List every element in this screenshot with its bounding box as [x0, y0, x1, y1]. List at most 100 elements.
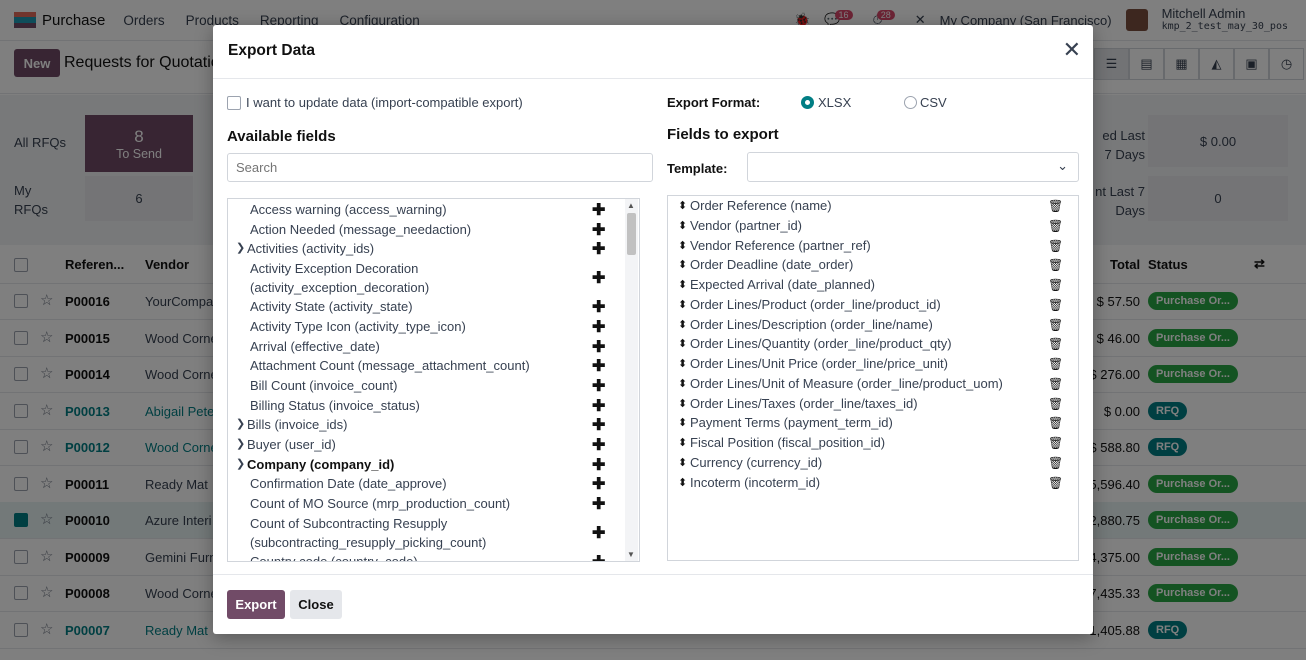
add-field-icon[interactable]: ✚ [592, 268, 605, 288]
trash-icon[interactable]: 🗑 [1048, 456, 1063, 470]
trash-icon[interactable]: 🗑 [1048, 377, 1063, 391]
add-field-icon[interactable]: ✚ [592, 474, 605, 494]
drag-handle-icon[interactable]: ⬍ [678, 397, 687, 410]
chevron-right-icon[interactable]: ❯ [236, 437, 245, 450]
export-field-item[interactable]: ⬍ Vendor (partner_id) 🗑 [668, 217, 1078, 237]
drag-handle-icon[interactable]: ⬍ [678, 239, 687, 252]
format-csv-radio[interactable] [904, 96, 917, 109]
export-field-item[interactable]: ⬍ Order Lines/Product (order_line/product… [668, 296, 1078, 316]
trash-icon[interactable]: 🗑 [1048, 199, 1063, 213]
close-icon[interactable]: ✕ [1063, 39, 1081, 61]
add-field-icon[interactable]: ✚ [592, 200, 605, 220]
export-field-item[interactable]: ⬍ Expected Arrival (date_planned) 🗑 [668, 276, 1078, 296]
export-field-item[interactable]: ⬍ Order Lines/Unit Price (order_line/pric… [668, 355, 1078, 375]
trash-icon[interactable]: 🗑 [1048, 318, 1063, 332]
add-field-icon[interactable]: ✚ [592, 317, 605, 337]
chevron-right-icon[interactable]: ❯ [236, 241, 245, 254]
scroll-thumb[interactable] [627, 213, 636, 255]
available-field-item[interactable]: Action Needed (message_needaction) ✚ [228, 220, 623, 240]
trash-icon[interactable]: 🗑 [1048, 258, 1063, 272]
drag-handle-icon[interactable]: ⬍ [678, 377, 687, 390]
available-field-item[interactable]: Arrival (effective_date) ✚ [228, 337, 623, 357]
trash-icon[interactable]: 🗑 [1048, 397, 1063, 411]
add-field-icon[interactable]: ✚ [592, 239, 605, 259]
scroll-up-icon[interactable]: ▲ [627, 201, 635, 210]
available-field-item[interactable]: Billing Status (invoice_status) ✚ [228, 396, 623, 416]
trash-icon[interactable]: 🗑 [1048, 436, 1063, 450]
export-field-item[interactable]: ⬍ Payment Terms (payment_term_id) 🗑 [668, 414, 1078, 434]
drag-handle-icon[interactable]: ⬍ [678, 219, 687, 232]
drag-handle-icon[interactable]: ⬍ [678, 278, 687, 291]
search-input[interactable] [227, 153, 653, 182]
export-field-item[interactable]: ⬍ Incoterm (incoterm_id) 🗑 [668, 474, 1078, 494]
format-csv-label[interactable]: CSV [920, 95, 947, 110]
export-button[interactable]: Export [227, 590, 285, 619]
trash-icon[interactable]: 🗑 [1048, 476, 1063, 490]
format-xlsx-label[interactable]: XLSX [818, 95, 851, 110]
template-select[interactable]: ⌄ [747, 152, 1079, 182]
drag-handle-icon[interactable]: ⬍ [678, 298, 687, 311]
export-field-item[interactable]: ⬍ Currency (currency_id) 🗑 [668, 454, 1078, 474]
trash-icon[interactable]: 🗑 [1048, 357, 1063, 371]
format-xlsx-radio[interactable] [801, 96, 814, 109]
drag-handle-icon[interactable]: ⬍ [678, 337, 687, 350]
available-field-item[interactable]: Activity Type Icon (activity_type_icon) ✚ [228, 317, 623, 337]
scroll-down-icon[interactable]: ▼ [627, 550, 635, 559]
drag-handle-icon[interactable]: ⬍ [678, 357, 687, 370]
available-field-item[interactable]: Access warning (access_warning) ✚ [228, 200, 623, 220]
import-compat-label[interactable]: I want to update data (import-compatible… [246, 95, 523, 110]
chevron-right-icon[interactable]: ❯ [236, 417, 245, 430]
available-field-item[interactable]: Count of Subcontracting Resupply (subcon… [228, 514, 623, 552]
close-button[interactable]: Close [290, 590, 342, 619]
drag-handle-icon[interactable]: ⬍ [678, 456, 687, 469]
trash-icon[interactable]: 🗑 [1048, 219, 1063, 233]
export-field-item[interactable]: ⬍ Order Lines/Unit of Measure (order_line… [668, 375, 1078, 395]
add-field-icon[interactable]: ✚ [592, 376, 605, 396]
export-field-item[interactable]: ⬍ Order Lines/Description (order_line/nam… [668, 316, 1078, 336]
export-field-item[interactable]: ⬍ Vendor Reference (partner_ref) 🗑 [668, 237, 1078, 257]
trash-icon[interactable]: 🗑 [1048, 278, 1063, 292]
export-dialog: Export Data ✕ I want to update data (imp… [213, 25, 1093, 634]
export-field-item[interactable]: ⬍ Order Deadline (date_order) 🗑 [668, 256, 1078, 276]
available-field-item[interactable]: Count of MO Source (mrp_production_count… [228, 494, 623, 514]
export-field-label: Incoterm (incoterm_id) [690, 475, 821, 490]
add-field-icon[interactable]: ✚ [592, 494, 605, 514]
available-field-item[interactable]: ❯ Activities (activity_ids) ✚ [228, 239, 623, 259]
add-field-icon[interactable]: ✚ [592, 220, 605, 240]
trash-icon[interactable]: 🗑 [1048, 337, 1063, 351]
trash-icon[interactable]: 🗑 [1048, 239, 1063, 253]
export-field-item[interactable]: ⬍ Order Lines/Quantity (order_line/produc… [668, 335, 1078, 355]
drag-handle-icon[interactable]: ⬍ [678, 199, 687, 212]
fields-scrollbar[interactable]: ▲ ▼ [625, 199, 638, 561]
add-field-icon[interactable]: ✚ [592, 435, 605, 455]
add-field-icon[interactable]: ✚ [592, 337, 605, 357]
add-field-icon[interactable]: ✚ [592, 552, 605, 561]
available-field-item[interactable]: ❯ Bills (invoice_ids) ✚ [228, 415, 623, 435]
chevron-right-icon[interactable]: ❯ [236, 457, 245, 470]
available-field-item[interactable]: Activity State (activity_state) ✚ [228, 297, 623, 317]
add-field-icon[interactable]: ✚ [592, 455, 605, 475]
add-field-icon[interactable]: ✚ [592, 415, 605, 435]
available-field-item[interactable]: ❯ Buyer (user_id) ✚ [228, 435, 623, 455]
export-field-item[interactable]: ⬍ Order Reference (name) 🗑 [668, 197, 1078, 217]
available-field-item[interactable]: ❯ Company (company_id) ✚ [228, 455, 623, 475]
drag-handle-icon[interactable]: ⬍ [678, 476, 687, 489]
add-field-icon[interactable]: ✚ [592, 297, 605, 317]
add-field-icon[interactable]: ✚ [592, 523, 605, 543]
available-field-item[interactable]: Activity Exception Decoration (activity_… [228, 259, 623, 297]
drag-handle-icon[interactable]: ⬍ [678, 318, 687, 331]
import-compat-checkbox[interactable] [227, 96, 241, 110]
drag-handle-icon[interactable]: ⬍ [678, 258, 687, 271]
add-field-icon[interactable]: ✚ [592, 396, 605, 416]
export-field-item[interactable]: ⬍ Order Lines/Taxes (order_line/taxes_id)… [668, 395, 1078, 415]
trash-icon[interactable]: 🗑 [1048, 416, 1063, 430]
available-field-item[interactable]: Attachment Count (message_attachment_cou… [228, 356, 623, 376]
available-field-item[interactable]: Country code (country_code) ✚ [228, 552, 623, 561]
drag-handle-icon[interactable]: ⬍ [678, 416, 687, 429]
drag-handle-icon[interactable]: ⬍ [678, 436, 687, 449]
available-field-item[interactable]: Bill Count (invoice_count) ✚ [228, 376, 623, 396]
add-field-icon[interactable]: ✚ [592, 356, 605, 376]
available-field-item[interactable]: Confirmation Date (date_approve) ✚ [228, 474, 623, 494]
export-field-item[interactable]: ⬍ Fiscal Position (fiscal_position_id) 🗑 [668, 434, 1078, 454]
trash-icon[interactable]: 🗑 [1048, 298, 1063, 312]
